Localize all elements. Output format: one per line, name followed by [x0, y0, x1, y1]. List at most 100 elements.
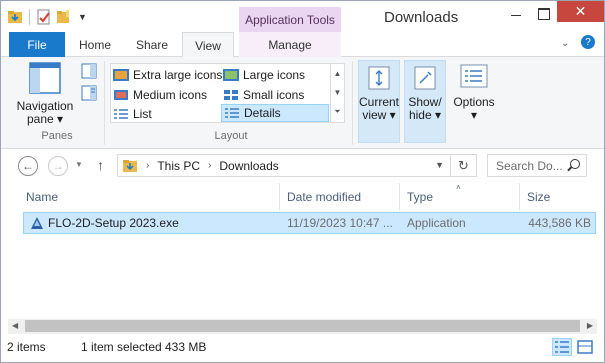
layout-gallery: Extra large icons Large icons Medium ico… — [110, 63, 331, 123]
layout-item-label: Large icons — [243, 68, 306, 82]
breadcrumb-downloads[interactable]: Downloads — [219, 159, 278, 173]
qat-customize-icon[interactable]: ▼ — [78, 12, 87, 22]
navigation-pane-icon — [29, 62, 61, 94]
maximize-button[interactable] — [530, 3, 556, 23]
chevron-up-icon[interactable]: ▲ — [334, 69, 342, 78]
breadcrumb-chevron-icon[interactable]: › — [146, 160, 149, 171]
scroll-left-icon[interactable]: ◀ — [12, 321, 18, 330]
tab-file[interactable]: File — [9, 32, 65, 57]
file-size: 443,586 KB — [528, 216, 591, 230]
quick-access-toolbar: ▼ — [7, 7, 87, 27]
recent-locations-icon[interactable]: ▼ — [75, 160, 83, 169]
window-title: Downloads — [384, 9, 459, 26]
scroll-right-icon[interactable]: ▶ — [587, 321, 593, 330]
collapse-ribbon-icon[interactable]: ⌄ — [561, 38, 569, 49]
ribbon: Navigation pane ▾ Panes Extra large icon… — [1, 57, 604, 149]
file-date-modified: 11/19/2023 10:47 ... — [287, 216, 393, 230]
properties-icon[interactable] — [36, 9, 52, 25]
help-icon[interactable]: ? — [581, 35, 595, 49]
show-hide-label-2: hide ▾ — [408, 108, 442, 122]
details-view-icon — [555, 341, 569, 353]
column-header-date-modified[interactable]: Date modified — [287, 190, 361, 204]
current-view-icon — [368, 66, 390, 90]
title-bar: ▼ Application Tools Downloads ✕ — [1, 1, 604, 32]
tab-share[interactable]: Share — [123, 32, 181, 57]
show-hide-button[interactable]: Show/ hide ▾ — [404, 60, 446, 143]
folder-icon — [122, 159, 138, 173]
column-separator[interactable] — [399, 183, 400, 211]
layout-group-label: Layout — [214, 130, 248, 142]
options-button[interactable]: Options ▾ — [449, 63, 499, 122]
group-separator — [104, 61, 105, 145]
column-header-name[interactable]: Name — [26, 190, 58, 204]
column-header-type[interactable]: Type — [407, 190, 433, 204]
status-selection: 1 item selected — [81, 340, 162, 354]
large-icons-view-icon — [577, 340, 593, 354]
column-separator[interactable] — [279, 183, 280, 211]
layout-item-label: Medium icons — [133, 88, 208, 102]
address-dropdown-icon[interactable]: ▼ — [435, 160, 444, 170]
layout-list[interactable]: List — [113, 105, 152, 123]
layout-large-icons[interactable]: Large icons — [223, 66, 305, 84]
show-hide-icon — [414, 66, 436, 90]
search-placeholder: Search Do... — [496, 158, 563, 173]
large-icons-view-button[interactable] — [575, 338, 595, 356]
details-pane-icon[interactable] — [81, 85, 97, 101]
column-separator[interactable] — [519, 183, 520, 211]
extra-large-icons-icon — [113, 69, 129, 81]
folder-down-icon[interactable] — [7, 9, 23, 25]
context-tab-header: Application Tools — [239, 7, 341, 32]
search-icon — [570, 159, 580, 169]
column-header-size[interactable]: Size — [527, 190, 550, 204]
file-list: Name Date modified ˄ Type Size FLO-2D-Se… — [1, 183, 604, 331]
file-name: FLO-2D-Setup 2023.exe — [48, 216, 179, 230]
up-button[interactable]: ↑ — [97, 157, 104, 173]
details-icon — [224, 107, 240, 119]
refresh-icon[interactable]: ↻ — [450, 155, 476, 176]
current-view-label-2: view ▾ — [362, 108, 396, 122]
layout-extra-large-icons[interactable]: Extra large icons — [113, 66, 222, 84]
minimize-button[interactable] — [503, 3, 529, 23]
details-view-button[interactable] — [552, 338, 572, 356]
tab-manage[interactable]: Manage — [239, 32, 341, 57]
large-icons-icon — [223, 69, 239, 81]
close-button[interactable]: ✕ — [557, 1, 604, 22]
chevron-down-icon[interactable]: ▼ — [334, 88, 342, 97]
scrollbar-thumb[interactable] — [25, 320, 580, 332]
breadcrumb-this-pc[interactable]: This PC — [157, 159, 200, 173]
options-dropdown-icon: ▾ — [470, 108, 478, 122]
search-input[interactable]: Search Do... — [487, 154, 587, 177]
layout-item-label: Small icons — [243, 88, 305, 102]
navigation-pane-button[interactable]: Navigation pane ▾ — [13, 61, 77, 126]
layout-medium-icons[interactable]: Medium icons — [113, 86, 207, 104]
new-folder-icon[interactable] — [56, 9, 72, 25]
panes-group-label: Panes — [41, 130, 73, 142]
gallery-expand-icon[interactable]: ⏷ — [334, 107, 340, 117]
file-type: Application — [407, 216, 466, 230]
current-view-button[interactable]: Current view ▾ — [358, 60, 400, 143]
medium-icons-icon — [113, 89, 129, 101]
ribbon-tab-row: File Home Share View Manage ⌄ ? — [1, 32, 604, 58]
qat-separator — [29, 9, 30, 25]
navigation-bar: ← → ▼ ↑ › This PC › Downloads ▼ ↻ Search… — [1, 149, 604, 183]
status-item-count: 2 items — [7, 340, 46, 354]
forward-button[interactable]: → — [48, 156, 68, 176]
layout-details[interactable]: Details — [221, 104, 329, 122]
tab-view[interactable]: View — [182, 32, 234, 58]
address-bar[interactable]: › This PC › Downloads ▼ ↻ — [117, 154, 477, 177]
preview-pane-icon[interactable] — [81, 63, 97, 79]
status-selection-size: 433 MB — [165, 340, 207, 354]
layout-item-label: List — [133, 107, 152, 121]
group-separator — [352, 61, 353, 145]
tab-home[interactable]: Home — [67, 32, 123, 57]
back-button[interactable]: ← — [18, 156, 38, 176]
file-row[interactable]: FLO-2D-Setup 2023.exe 11/19/2023 10:47 .… — [23, 212, 596, 234]
small-icons-icon — [223, 89, 239, 101]
list-icon — [113, 108, 129, 120]
breadcrumb-chevron-icon[interactable]: › — [208, 160, 211, 171]
layout-item-label: Extra large icons — [133, 68, 223, 82]
status-bar: 2 items 1 item selected 433 MB — [1, 334, 604, 362]
horizontal-scrollbar[interactable]: ◀ ▶ — [8, 319, 597, 334]
layout-gallery-scroll[interactable]: ▲ ▼ ⏷ — [331, 63, 345, 123]
layout-small-icons[interactable]: Small icons — [223, 86, 304, 104]
